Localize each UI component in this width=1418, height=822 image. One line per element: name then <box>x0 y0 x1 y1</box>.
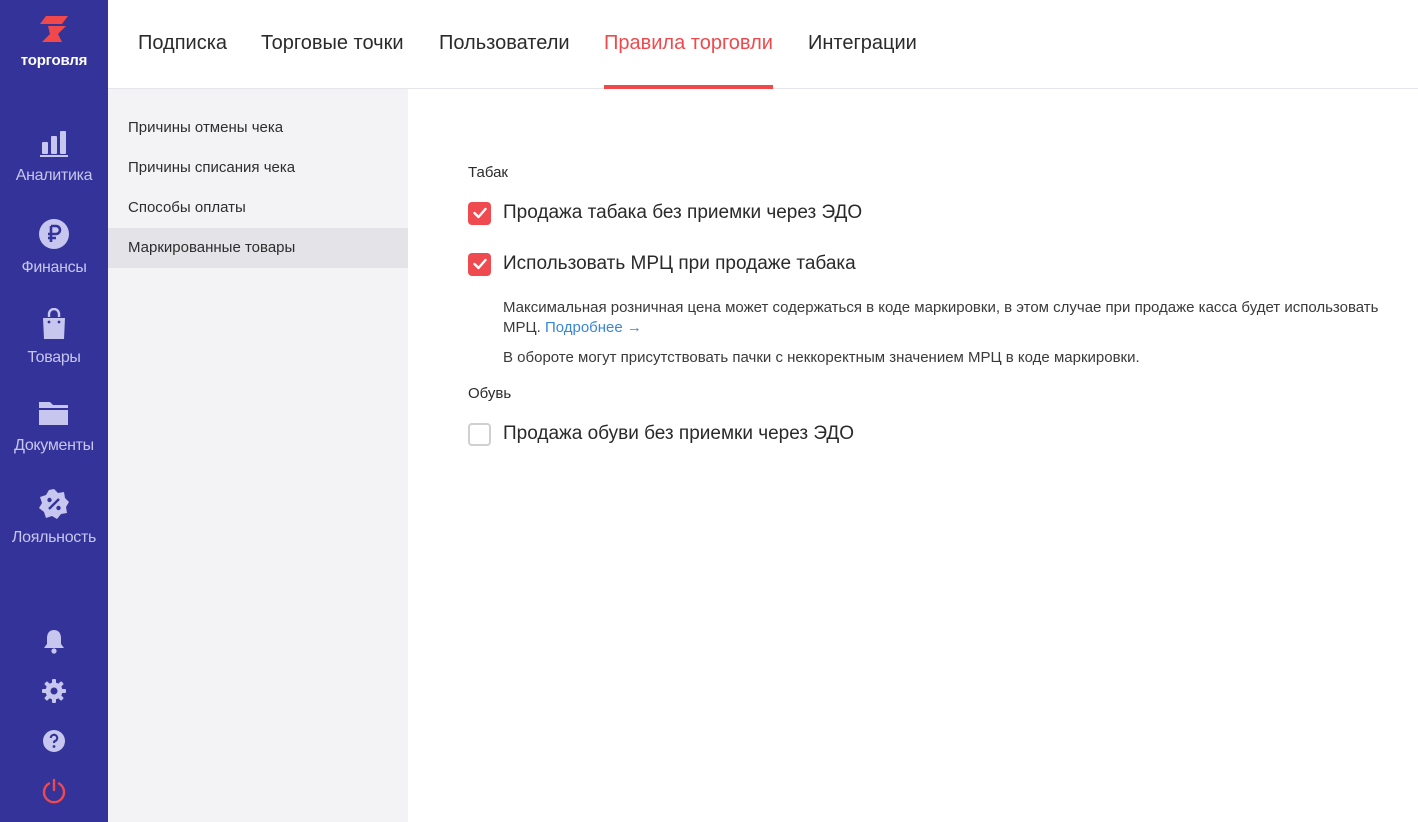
submenu-item-writeoff-reasons[interactable]: Причины списания чека <box>108 148 408 188</box>
tobacco-mrc-option[interactable]: Использовать МРЦ при продаже табака <box>468 251 856 277</box>
section-title-shoes: Обувь <box>468 385 512 402</box>
tab-sales-points[interactable]: Торговые точки <box>261 0 404 88</box>
section-title-tobacco: Табак <box>468 164 508 181</box>
ruble-icon <box>39 219 69 249</box>
tobacco-no-edo-option[interactable]: Продажа табака без приемки через ЭДО <box>468 200 862 226</box>
rail-item-analytics[interactable]: Аналитика <box>0 128 108 185</box>
shopping-bag-icon <box>43 308 65 339</box>
logo[interactable]: торговля <box>0 14 108 69</box>
tab-integrations[interactable]: Интеграции <box>808 0 917 88</box>
gear-icon <box>42 679 66 703</box>
help-button[interactable] <box>0 729 108 753</box>
rail-label: Финансы <box>21 259 87 276</box>
rail-item-documents[interactable]: Документы <box>0 398 108 455</box>
bar-chart-icon <box>40 131 68 157</box>
rail-label: Товары <box>27 349 81 366</box>
mrc-warning-text: В обороте могут присутствовать пачки с н… <box>503 349 1140 366</box>
notifications-button[interactable] <box>0 628 108 654</box>
tobacco-no-edo-checkbox[interactable] <box>468 201 491 225</box>
logo-icon <box>40 16 68 42</box>
rail-item-finance[interactable]: Финансы <box>0 218 108 277</box>
settings-submenu: Причины отмены чека Причины списания чек… <box>108 89 408 822</box>
power-icon <box>42 778 66 804</box>
settings-button[interactable] <box>0 678 108 704</box>
top-tabs-bar: Подписка Торговые точки Пользователи Пра… <box>108 0 1418 89</box>
left-nav-rail: торговля Аналитика Финансы Товары Докуме… <box>0 0 108 822</box>
shoes-no-edo-checkbox[interactable] <box>468 422 491 446</box>
checkmark-icon <box>472 207 487 219</box>
rail-item-loyalty[interactable]: Лояльность <box>0 488 108 547</box>
rail-label: Аналитика <box>15 167 93 184</box>
more-info-link[interactable]: Подробнее → <box>545 319 642 336</box>
rail-label: Лояльность <box>11 529 97 546</box>
mrc-hint-text: Максимальная розничная цена может содерж… <box>503 298 1408 338</box>
tab-subscription[interactable]: Подписка <box>138 0 227 88</box>
shoes-no-edo-option[interactable]: Продажа обуви без приемки через ЭДО <box>468 421 854 447</box>
shoes-no-edo-label: Продажа обуви без приемки через ЭДО <box>503 423 855 444</box>
logout-button[interactable] <box>0 778 108 804</box>
checkmark-icon <box>472 258 487 270</box>
submenu-item-marked-goods[interactable]: Маркированные товары <box>108 228 408 268</box>
tobacco-mrc-checkbox[interactable] <box>468 252 491 276</box>
rail-label: Документы <box>14 437 94 454</box>
rail-item-goods[interactable]: Товары <box>0 308 108 367</box>
tab-trade-rules[interactable]: Правила торговли <box>604 0 773 89</box>
tab-users[interactable]: Пользователи <box>439 0 570 88</box>
bell-icon <box>44 630 64 654</box>
tobacco-no-edo-label: Продажа табака без приемки через ЭДО <box>503 202 863 223</box>
discount-badge-icon <box>39 489 69 519</box>
folder-icon <box>39 402 68 425</box>
tobacco-mrc-label: Использовать МРЦ при продаже табака <box>503 253 856 274</box>
logo-text: торговля <box>20 52 88 69</box>
submenu-item-payment-methods[interactable]: Способы оплаты <box>108 188 408 228</box>
marked-goods-settings: Табак Продажа табака без приемки через Э… <box>408 89 1418 822</box>
help-icon <box>43 730 65 752</box>
submenu-item-cancel-reasons[interactable]: Причины отмены чека <box>108 108 408 148</box>
